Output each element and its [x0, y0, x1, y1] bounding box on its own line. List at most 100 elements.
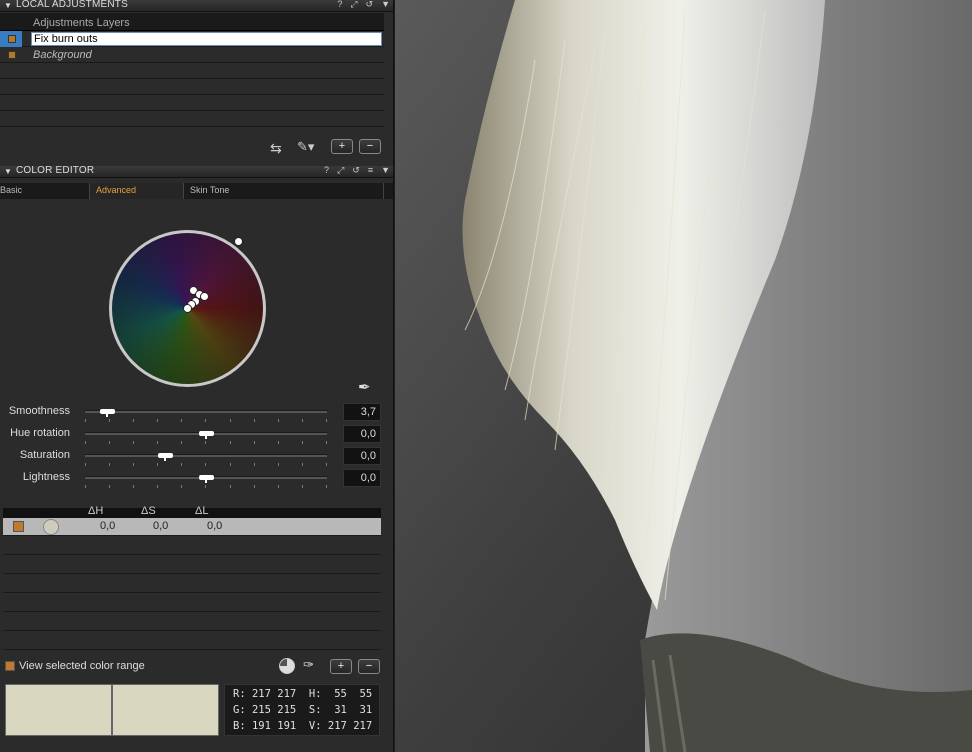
color-range-row[interactable]: 0,0 0,0 0,0	[3, 518, 381, 536]
v-label: V:	[308, 720, 322, 732]
collapse-triangle-icon[interactable]: ▼	[4, 167, 12, 176]
help-icon[interactable]: ?	[337, 0, 342, 10]
add-color-range-button[interactable]: +	[330, 659, 352, 674]
layer-row[interactable]: Background	[0, 47, 384, 63]
g-value-before: 215	[251, 704, 271, 716]
tab-skin-tone[interactable]: Skin Tone	[184, 183, 384, 199]
b-label: B:	[233, 720, 246, 732]
layer-enable-checkbox[interactable]	[8, 51, 16, 59]
color-point[interactable]	[200, 292, 209, 301]
h-value-after: 55	[359, 688, 373, 700]
empty-row	[3, 575, 381, 593]
tab-advanced[interactable]: Advanced	[90, 183, 184, 199]
v-value-after: 217	[353, 720, 373, 732]
layer-name: Background	[33, 49, 92, 61]
r-value-before: 217	[251, 688, 271, 700]
slider-track[interactable]	[85, 410, 327, 413]
view-range-checkbox[interactable]	[5, 661, 15, 671]
layers-list: Adjustments Layers Fix burn outs Backgro…	[0, 13, 384, 127]
g-value-after: 215	[277, 704, 297, 716]
color-editor-tabs: Basic Advanced Skin Tone	[0, 183, 393, 199]
empty-row	[3, 613, 381, 631]
slider-knob[interactable]	[199, 475, 214, 483]
adjust-settings-icon[interactable]: ⇆	[270, 140, 282, 157]
reset-icon[interactable]: ↺	[366, 0, 374, 10]
slider-knob[interactable]	[99, 409, 115, 417]
b-value-before: 191	[251, 720, 271, 732]
image-viewer[interactable]	[395, 0, 972, 752]
slider-ticks	[85, 485, 327, 488]
color-point[interactable]	[183, 304, 192, 313]
column-header-label: Adjustments Layers	[33, 17, 130, 29]
local-adjustments-title: LOCAL ADJUSTMENTS	[16, 0, 128, 10]
range-color-swatch	[43, 519, 59, 535]
wheel-handle[interactable]	[234, 237, 243, 246]
reset-icon[interactable]: ↺	[352, 165, 360, 176]
empty-row	[3, 632, 381, 650]
slider-label: Smoothness	[8, 405, 70, 417]
before-color-swatch	[5, 684, 112, 736]
after-color-swatch	[112, 684, 219, 736]
r-value-after: 217	[277, 688, 297, 700]
slider-value-field[interactable]: 3,7	[343, 403, 381, 421]
empty-row	[0, 95, 384, 111]
s-label: S:	[308, 704, 322, 716]
b-value-after: 191	[277, 720, 297, 732]
slider-label: Lightness	[22, 471, 70, 483]
view-range-label: View selected color range	[19, 660, 145, 672]
color-readout: R: 217 217 H: 55 55 G: 215 215 S: 31 31 …	[224, 684, 380, 736]
empty-row	[3, 556, 381, 574]
delta-h-value: 0,0	[100, 520, 116, 532]
slider-knob[interactable]	[157, 453, 173, 461]
slider-ticks	[85, 441, 327, 444]
empty-row	[0, 63, 384, 79]
h-value-before: 55	[334, 688, 347, 700]
g-label: G:	[233, 704, 246, 716]
delta-l-value: 0,0	[207, 520, 223, 532]
delta-h-header: ΔH	[88, 505, 104, 517]
empty-row	[3, 537, 381, 555]
delta-s-header: ΔS	[141, 505, 156, 517]
list-icon[interactable]: ≡	[368, 165, 373, 176]
layers-column-header: Adjustments Layers	[0, 13, 384, 31]
empty-row	[3, 594, 381, 612]
horse-mane-photo	[395, 0, 972, 752]
color-wheel-picker-icon[interactable]	[279, 658, 295, 674]
empty-row	[0, 79, 384, 95]
layer-row[interactable]: Fix burn outs	[0, 31, 384, 47]
delta-header: ΔH ΔS ΔL	[3, 505, 381, 518]
slider-value-field[interactable]: 0,0	[343, 447, 381, 465]
tab-basic[interactable]: Basic	[0, 183, 90, 199]
pin-icon[interactable]: ⤢	[337, 165, 344, 176]
eyedropper-icon[interactable]: ✒	[358, 378, 371, 396]
menu-icon[interactable]: ▼	[381, 165, 390, 176]
delta-s-value: 0,0	[153, 520, 169, 532]
add-layer-button[interactable]: +	[331, 139, 353, 154]
tool-panel: ▼ LOCAL ADJUSTMENTS ? ⤢ ↺ ▼ Adjustments …	[0, 0, 394, 752]
slider-knob[interactable]	[199, 431, 214, 439]
pick-color-icon[interactable]: ✑	[303, 657, 314, 673]
s-value-after: 31	[359, 704, 373, 716]
help-icon[interactable]: ?	[324, 165, 329, 176]
row-enable-checkbox[interactable]	[13, 521, 24, 532]
remove-color-range-button[interactable]: −	[358, 659, 380, 674]
empty-row	[0, 111, 384, 127]
slider-ticks	[85, 419, 327, 422]
delta-l-header: ΔL	[195, 505, 209, 517]
collapse-triangle-icon[interactable]: ▼	[4, 1, 12, 10]
slider-track[interactable]	[85, 454, 327, 457]
slider-label: Saturation	[19, 449, 70, 461]
s-value-before: 31	[334, 704, 347, 716]
r-label: R:	[233, 688, 246, 700]
pin-icon[interactable]: ⤢	[350, 0, 357, 10]
brush-icon[interactable]: ✎▾	[297, 139, 314, 155]
layer-enable-checkbox[interactable]	[8, 35, 16, 43]
layer-name-field[interactable]: Fix burn outs	[31, 32, 382, 46]
v-value-before: 217	[327, 720, 347, 732]
color-editor-header[interactable]: ▼ COLOR EDITOR ? ⤢ ↺ ≡ ▼	[0, 165, 393, 178]
menu-icon[interactable]: ▼	[381, 0, 390, 10]
slider-value-field[interactable]: 0,0	[343, 425, 381, 443]
slider-value-field[interactable]: 0,0	[343, 469, 381, 487]
local-adjustments-header[interactable]: ▼ LOCAL ADJUSTMENTS ? ⤢ ↺ ▼	[0, 0, 393, 12]
remove-layer-button[interactable]: −	[359, 139, 381, 154]
